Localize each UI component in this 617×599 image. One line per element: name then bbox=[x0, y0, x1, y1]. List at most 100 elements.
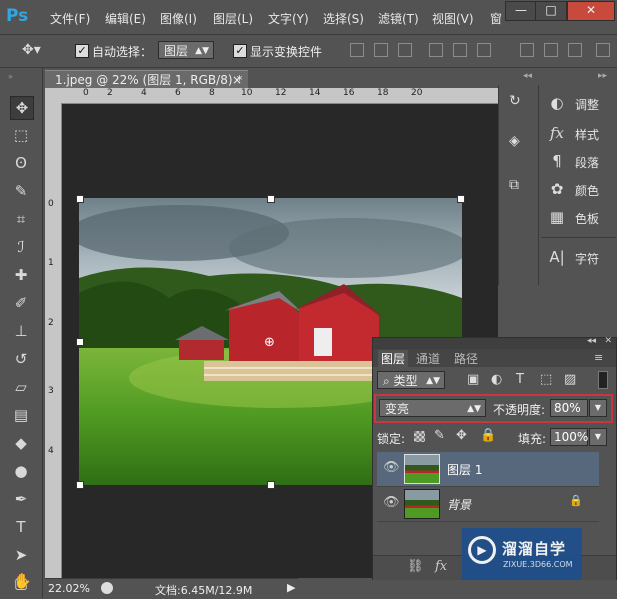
distribute-top-icon[interactable] bbox=[520, 43, 534, 57]
panel-collapse-icon[interactable]: ◂◂ bbox=[587, 336, 596, 346]
healing-brush-tool-icon[interactable]: ✚ bbox=[10, 264, 32, 286]
transform-handle[interactable] bbox=[457, 195, 465, 203]
status-icon[interactable] bbox=[101, 582, 113, 594]
panel-label-swatches[interactable]: 色板 bbox=[575, 210, 599, 227]
menu-image[interactable]: 图像(I) bbox=[160, 10, 197, 27]
filter-shape-icon[interactable]: ⬚ bbox=[540, 372, 552, 387]
filter-adjustment-icon[interactable]: ◐ bbox=[491, 372, 502, 387]
dodge-tool-icon[interactable]: ● bbox=[10, 460, 32, 482]
gradient-tool-icon[interactable]: ▤ bbox=[10, 404, 32, 426]
align-vcenter-icon[interactable] bbox=[374, 43, 388, 57]
character-icon[interactable]: A| bbox=[547, 247, 567, 267]
layer-comps-panel-icon[interactable]: ⧉ bbox=[509, 177, 519, 193]
filter-pixel-icon[interactable]: ▣ bbox=[467, 372, 479, 387]
ruler-left[interactable]: 0 1 2 3 4 bbox=[45, 103, 62, 578]
swatches-icon[interactable]: ▦ bbox=[547, 207, 567, 227]
align-left-icon[interactable] bbox=[429, 43, 443, 57]
type-tool-icon[interactable]: T bbox=[10, 516, 32, 538]
tab-close-icon[interactable]: × bbox=[232, 71, 242, 89]
show-transform-checkbox[interactable]: ✓ bbox=[233, 44, 247, 58]
distribute-bottom-icon[interactable] bbox=[568, 43, 582, 57]
tab-channels[interactable]: 通道 bbox=[416, 350, 440, 367]
maximize-button[interactable]: □ bbox=[535, 1, 567, 21]
visibility-eye-icon[interactable]: 👁 bbox=[383, 495, 400, 510]
move-tool-icon[interactable]: ✥ bbox=[10, 96, 34, 120]
transform-handle[interactable] bbox=[76, 338, 84, 346]
panel-label-styles[interactable]: 样式 bbox=[575, 126, 599, 143]
document-tab[interactable]: 1.jpeg @ 22% (图层 1, RGB/8) * × bbox=[45, 70, 248, 88]
menu-edit[interactable]: 编辑(E) bbox=[105, 10, 146, 27]
menu-layer[interactable]: 图层(L) bbox=[213, 10, 253, 27]
zoom-level[interactable]: 22.02% bbox=[48, 582, 90, 595]
menu-type[interactable]: 文字(Y) bbox=[268, 10, 309, 27]
panel-label-adjustments[interactable]: 调整 bbox=[575, 96, 599, 113]
crop-tool-icon[interactable]: ⌗ bbox=[10, 208, 32, 230]
quick-select-tool-icon[interactable]: ✎ bbox=[10, 180, 32, 202]
move-tool-icon[interactable]: ✥▾ bbox=[22, 42, 41, 58]
menu-filter[interactable]: 滤镜(T) bbox=[378, 10, 419, 27]
panel-label-paragraph[interactable]: 段落 bbox=[575, 154, 599, 171]
layer-style-icon[interactable]: fx bbox=[435, 559, 447, 574]
link-layers-icon[interactable]: ⛓ bbox=[407, 559, 424, 574]
status-menu-arrow-icon[interactable]: ▶ bbox=[287, 581, 295, 594]
visibility-eye-icon[interactable]: 👁 bbox=[383, 460, 400, 475]
layer-row[interactable]: 👁 图层 1 bbox=[377, 452, 599, 487]
panel-menu-icon[interactable]: ≡ bbox=[594, 351, 603, 364]
filter-toggle[interactable] bbox=[598, 371, 608, 389]
auto-select-checkbox[interactable]: ✓ bbox=[75, 44, 89, 58]
tab-paths[interactable]: 路径 bbox=[454, 350, 478, 367]
filter-smart-object-icon[interactable]: ▨ bbox=[564, 372, 576, 387]
filter-kind-dropdown[interactable]: ⌕ 类型 ▲▼ bbox=[377, 371, 445, 389]
lock-transparent-icon[interactable] bbox=[414, 431, 425, 442]
path-selection-tool-icon[interactable]: ➤ bbox=[10, 544, 32, 566]
fill-dropdown-icon[interactable]: ▼ bbox=[589, 428, 607, 446]
opacity-input[interactable]: 80% bbox=[550, 399, 588, 417]
collapse-panels-icon[interactable]: ◂◂ bbox=[523, 71, 532, 81]
lasso-tool-icon[interactable]: ʘ bbox=[10, 152, 32, 174]
panel-label-character[interactable]: 字符 bbox=[575, 250, 599, 267]
layer-name[interactable]: 图层 1 bbox=[447, 461, 482, 478]
lock-image-icon[interactable]: ✎ bbox=[434, 428, 445, 443]
fill-input[interactable]: 100% bbox=[550, 428, 588, 446]
transform-handle[interactable] bbox=[267, 481, 275, 489]
menu-view[interactable]: 视图(V) bbox=[432, 10, 474, 27]
align-top-icon[interactable] bbox=[350, 43, 364, 57]
collapse-dock-icon[interactable]: ▸▸ bbox=[598, 71, 607, 81]
close-button[interactable]: ✕ bbox=[567, 1, 615, 21]
3d-panel-icon[interactable]: ◈ bbox=[509, 133, 520, 149]
menu-window[interactable]: 窗 bbox=[490, 10, 502, 27]
transform-handle[interactable] bbox=[267, 195, 275, 203]
hand-tool-icon[interactable]: ✋ bbox=[13, 572, 32, 590]
transform-center-icon[interactable]: ⊕ bbox=[264, 335, 275, 350]
align-right-icon[interactable] bbox=[477, 43, 491, 57]
opacity-dropdown-icon[interactable]: ▼ bbox=[589, 399, 607, 417]
brush-tool-icon[interactable]: ✐ bbox=[10, 292, 32, 314]
panel-label-color[interactable]: 颜色 bbox=[575, 182, 599, 199]
align-bottom-icon[interactable] bbox=[398, 43, 412, 57]
transform-handle[interactable] bbox=[76, 195, 84, 203]
tab-layers[interactable]: 图层 bbox=[378, 350, 409, 367]
ruler-corner[interactable] bbox=[45, 88, 61, 103]
marquee-tool-icon[interactable]: ⬚ bbox=[10, 124, 32, 146]
styles-icon[interactable]: fx bbox=[547, 123, 567, 143]
layers-panel-titlebar[interactable]: ◂◂ ✕ bbox=[373, 336, 616, 349]
eraser-tool-icon[interactable]: ▱ bbox=[10, 376, 32, 398]
blend-mode-dropdown[interactable]: 变亮 ▲▼ bbox=[379, 399, 486, 417]
panel-close-icon[interactable]: ✕ bbox=[604, 336, 612, 346]
adjustments-icon[interactable]: ◐ bbox=[547, 93, 567, 113]
ruler-top[interactable]: 0 2 4 6 8 10 12 14 16 18 20 bbox=[61, 88, 498, 104]
toolbox-collapse-icon[interactable]: » bbox=[8, 72, 13, 81]
menu-file[interactable]: 文件(F) bbox=[50, 10, 90, 27]
history-brush-tool-icon[interactable]: ↺ bbox=[10, 348, 32, 370]
filter-type-icon[interactable]: T bbox=[516, 372, 524, 387]
distribute-left-icon[interactable] bbox=[596, 43, 610, 57]
auto-select-dropdown[interactable]: 图层 ▲▼ bbox=[158, 41, 214, 59]
layer-row[interactable]: 👁 背景 🔒 bbox=[377, 487, 599, 522]
transform-handle[interactable] bbox=[76, 481, 84, 489]
clone-stamp-tool-icon[interactable]: ⊥ bbox=[10, 320, 32, 342]
align-hcenter-icon[interactable] bbox=[453, 43, 467, 57]
color-icon[interactable]: ✿ bbox=[547, 179, 567, 199]
lock-position-icon[interactable]: ✥ bbox=[456, 428, 467, 443]
menu-select[interactable]: 选择(S) bbox=[323, 10, 364, 27]
paragraph-icon[interactable]: ¶ bbox=[547, 151, 567, 171]
